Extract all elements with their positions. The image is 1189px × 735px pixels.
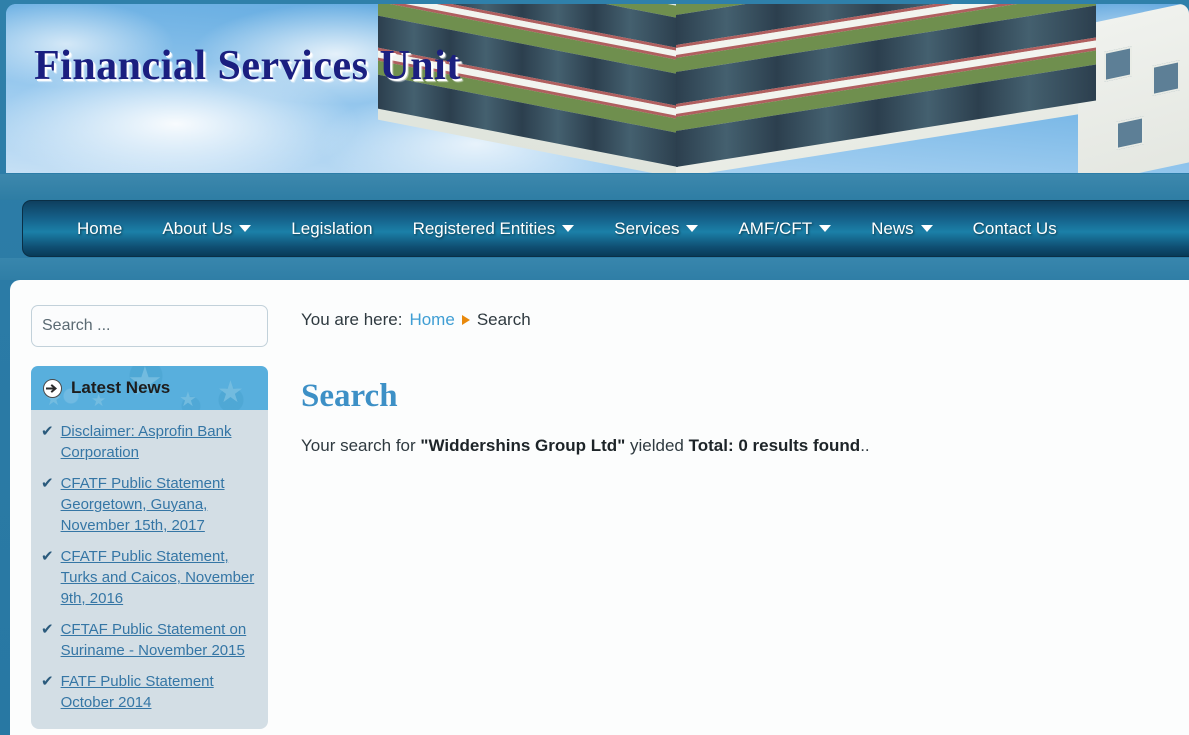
list-item[interactable]: ✔ Disclaimer: Asprofin Bank Corporation bbox=[41, 421, 258, 463]
nav-item-label: About Us bbox=[162, 218, 233, 238]
latest-news-list: ✔ Disclaimer: Asprofin Bank Corporation … bbox=[31, 410, 268, 729]
chevron-down-icon bbox=[819, 225, 832, 232]
nav-item-label: Home bbox=[77, 218, 123, 238]
main-column: You are here: Home Search Search Your se… bbox=[301, 310, 1169, 456]
latest-news-title: Latest News bbox=[71, 378, 171, 397]
nav-item-label: Services bbox=[614, 218, 680, 238]
chevron-down-icon bbox=[562, 225, 575, 232]
checkmark-icon: ✔ bbox=[41, 621, 54, 638]
checkmark-icon: ✔ bbox=[41, 548, 54, 565]
breadcrumb-current: Search bbox=[476, 310, 531, 329]
nav-item-amf-cft[interactable]: AMF/CFT bbox=[718, 219, 851, 239]
chevron-down-icon bbox=[239, 225, 252, 232]
news-link[interactable]: CFATF Public Statement Georgetown, Guyan… bbox=[61, 473, 258, 536]
nav-item-label: Contact Us bbox=[972, 218, 1057, 238]
list-item[interactable]: ✔ CFTAF Public Statement on Suriname - N… bbox=[41, 619, 258, 661]
nav-item-contact-us[interactable]: Contact Us bbox=[953, 219, 1077, 239]
result-middle: yielded bbox=[630, 436, 684, 455]
main-navigation[interactable]: Home About Us Legislation Registered Ent… bbox=[22, 200, 1189, 257]
nav-item-news[interactable]: News bbox=[851, 219, 953, 239]
news-link[interactable]: CFTAF Public Statement on Suriname - Nov… bbox=[61, 619, 258, 661]
result-query: "Widdershins Group Ltd" bbox=[420, 436, 626, 455]
page-title: Search bbox=[301, 378, 398, 414]
facade-window bbox=[1116, 116, 1144, 150]
facade-window bbox=[1104, 46, 1132, 82]
page-root: Financial Services Unit Home About Us Le… bbox=[0, 0, 1189, 735]
nav-item-label: AMF/CFT bbox=[738, 218, 813, 238]
building-photo bbox=[378, 4, 1189, 173]
circle-arrow-right-icon bbox=[43, 378, 62, 398]
search-result-summary: Your search for "Widdershins Group Ltd" … bbox=[301, 436, 1169, 456]
sidebar: ★ ★ ★ ★ ★ Latest News ✔ Disclaimer: Aspr… bbox=[31, 305, 268, 729]
chevron-down-icon bbox=[920, 225, 933, 232]
news-link[interactable]: Disclaimer: Asprofin Bank Corporation bbox=[61, 421, 258, 463]
search-input[interactable] bbox=[31, 305, 268, 347]
site-title: Financial Services Unit bbox=[34, 43, 461, 89]
list-item[interactable]: ✔ CFATF Public Statement Georgetown, Guy… bbox=[41, 473, 258, 536]
checkmark-icon: ✔ bbox=[41, 475, 54, 492]
breadcrumb-prefix: You are here: bbox=[301, 310, 403, 329]
breadcrumb-link-home[interactable]: Home bbox=[409, 310, 454, 330]
news-link[interactable]: FATF Public Statement October 2014 bbox=[61, 671, 258, 713]
nav-item-label: Registered Entities bbox=[412, 218, 556, 238]
nav-item-home[interactable]: Home bbox=[57, 219, 142, 239]
news-link[interactable]: CFATF Public Statement, Turks and Caicos… bbox=[61, 546, 258, 609]
nav-item-legislation[interactable]: Legislation bbox=[271, 219, 392, 239]
list-item[interactable]: ✔ CFATF Public Statement, Turks and Caic… bbox=[41, 546, 258, 609]
nav-item-registered-entities[interactable]: Registered Entities bbox=[393, 219, 595, 239]
breadcrumb: You are here: Home Search bbox=[301, 310, 1169, 330]
content-area: ★ ★ ★ ★ ★ Latest News ✔ Disclaimer: Aspr… bbox=[10, 280, 1189, 735]
star-decoration-icon: ★ bbox=[217, 376, 244, 409]
result-trailing: .. bbox=[860, 436, 870, 455]
nav-top-strip bbox=[0, 174, 1189, 200]
nav-item-about-us[interactable]: About Us bbox=[142, 219, 271, 239]
breadcrumb-arrow-icon bbox=[461, 315, 470, 325]
nav-item-services[interactable]: Services bbox=[594, 219, 718, 239]
nav-item-label: News bbox=[871, 218, 914, 238]
chevron-down-icon bbox=[686, 225, 699, 232]
checkmark-icon: ✔ bbox=[41, 673, 54, 690]
list-item[interactable]: ✔ FATF Public Statement October 2014 bbox=[41, 671, 258, 713]
result-total: Total: 0 results found bbox=[688, 436, 861, 455]
facade-window bbox=[1152, 60, 1180, 96]
site-header-banner: Financial Services Unit bbox=[6, 4, 1189, 173]
result-lead: Your search for bbox=[301, 436, 416, 455]
nav-item-label: Legislation bbox=[291, 218, 373, 238]
checkmark-icon: ✔ bbox=[41, 423, 54, 440]
star-decoration-icon: ★ bbox=[179, 389, 197, 410]
latest-news-header: ★ ★ ★ ★ ★ Latest News bbox=[31, 366, 268, 410]
nav-bottom-strip bbox=[0, 258, 1189, 280]
